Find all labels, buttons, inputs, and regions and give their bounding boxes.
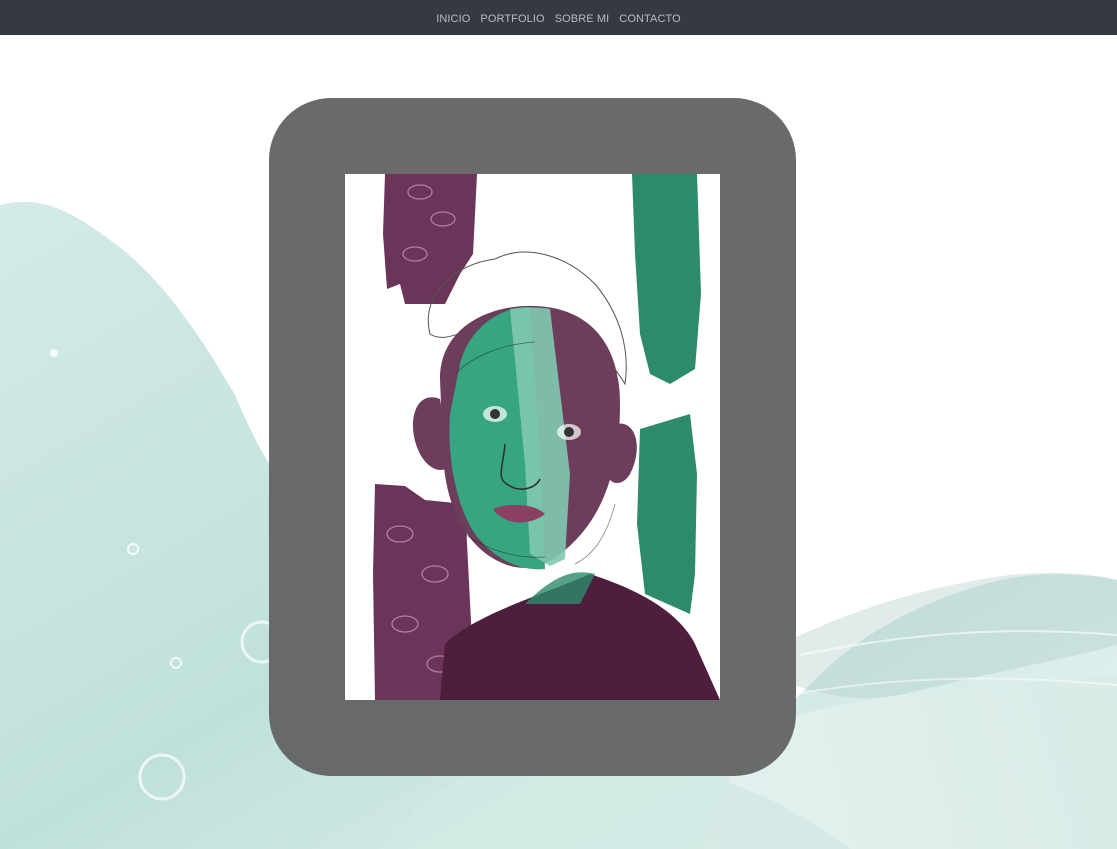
nav-menu: INICIO PORTFOLIO SOBRE MI CONTACTO: [436, 9, 681, 27]
nav-item-contacto: CONTACTO: [619, 9, 681, 27]
page: INICIO PORTFOLIO SOBRE MI CONTACTO: [0, 0, 1117, 849]
nav-item-inicio: INICIO: [436, 9, 470, 27]
top-navbar: INICIO PORTFOLIO SOBRE MI CONTACTO: [0, 0, 1117, 35]
nav-link-inicio[interactable]: INICIO: [436, 13, 470, 25]
portrait-artwork[interactable]: [345, 174, 720, 700]
nav-item-portfolio: PORTFOLIO: [480, 9, 544, 27]
nav-link-portfolio[interactable]: PORTFOLIO: [480, 13, 544, 25]
nav-link-sobre-mi[interactable]: SOBRE MI: [555, 13, 610, 25]
nav-link-contacto[interactable]: CONTACTO: [619, 13, 681, 25]
portrait-illustration-icon: [373, 174, 720, 700]
nav-item-sobre-mi: SOBRE MI: [555, 9, 610, 27]
